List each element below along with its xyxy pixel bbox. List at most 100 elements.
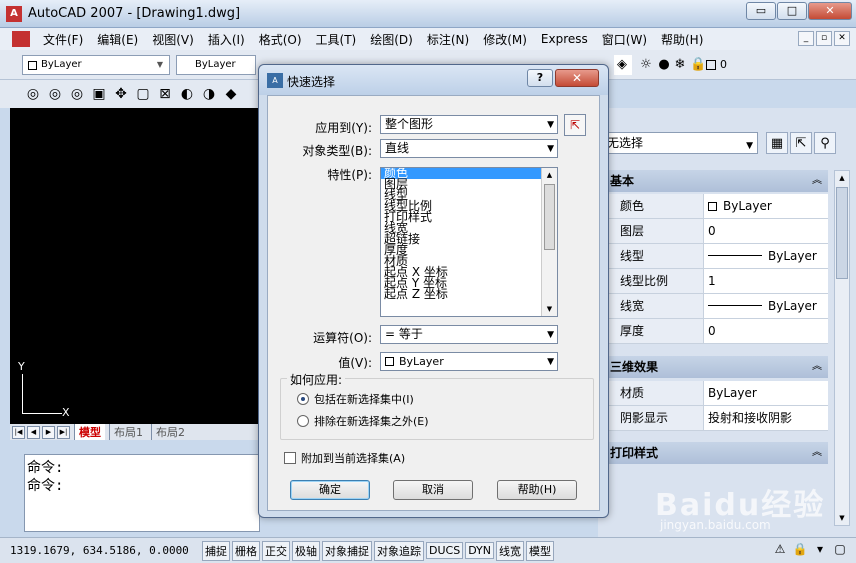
cube-icon[interactable]: ▢ [132, 85, 154, 103]
prop-row[interactable]: 线宽 ByLayer [600, 294, 828, 319]
delete-3d-icon[interactable]: ⊠ [154, 85, 176, 103]
dialog-help-button[interactable]: ? [527, 69, 553, 87]
prop-row[interactable]: 材质 ByLayer [600, 381, 828, 406]
menu-window[interactable]: 窗口(W) [595, 31, 654, 48]
quick-select-icon[interactable]: ⚲ [814, 132, 836, 154]
status-osnap[interactable]: 对象捕捉 [322, 540, 372, 561]
status-dyn[interactable]: DYN [465, 542, 495, 559]
modify-toolbar: ◎ ◎ ◎ ▣ ✥ ▢ ⊠ ◐ ◑ ◆ [0, 80, 260, 108]
value-dropdown[interactable]: ByLayer ▼ [380, 352, 558, 371]
section-basic[interactable]: 基本 ︽ [600, 170, 828, 192]
menu-help[interactable]: 帮助(H) [654, 31, 710, 48]
prop-row[interactable]: 阴影显示 投射和接收阴影 [600, 406, 828, 431]
apply-to-dropdown[interactable]: 整个图形 ▼ [380, 115, 558, 134]
menu-edit[interactable]: 编辑(E) [90, 31, 145, 48]
last-tab-button[interactable]: ▶| [57, 425, 70, 439]
lock-icon[interactable]: 🔒 [690, 57, 706, 73]
tab-model[interactable]: 模型 [74, 424, 105, 440]
toggle-pickadd-icon[interactable]: ▦ [766, 132, 788, 154]
status-ortho[interactable]: 正交 [262, 540, 290, 561]
exclude-radio[interactable]: 排除在新选择集之外(E) [297, 413, 429, 429]
prop-row[interactable]: 图层 0 [600, 219, 828, 244]
hide-icon[interactable]: ◐ [176, 85, 198, 103]
object-type-dropdown[interactable]: 直线 ▼ [380, 139, 558, 158]
tray-menu-icon[interactable]: ▾ [810, 540, 830, 558]
properties-scrollbar[interactable]: ▲ ▼ [834, 170, 850, 526]
scroll-thumb[interactable] [544, 184, 555, 250]
menu-file[interactable]: 文件(F) [36, 31, 90, 48]
minimize-button[interactable]: ▭ [746, 2, 776, 20]
select-objects-button[interactable]: ⇱ [564, 114, 586, 136]
render-icon[interactable]: ◆ [220, 85, 242, 103]
box-icon[interactable]: ▣ [88, 85, 110, 103]
status-grid[interactable]: 栅格 [232, 540, 260, 561]
menu-tools[interactable]: 工具(T) [309, 31, 364, 48]
clean-screen-icon[interactable]: ▢ [830, 540, 850, 558]
move-3d-icon[interactable]: ✥ [110, 85, 132, 103]
status-model[interactable]: 模型 [526, 540, 555, 561]
section-print[interactable]: 打印样式 ︽ [600, 442, 828, 464]
list-scrollbar[interactable]: ▲ ▼ [541, 168, 557, 316]
dialog-title-bar[interactable]: A 快速选择 ? ✕ [259, 65, 608, 95]
status-ducs[interactable]: DUCS [426, 542, 464, 559]
doc-restore-button[interactable]: ▫ [816, 31, 832, 46]
tab-layout1[interactable]: 布局1 [109, 424, 147, 440]
prop-row[interactable]: 厚度 0 [600, 319, 828, 344]
linetype-combo[interactable]: ByLayer [176, 55, 256, 75]
scroll-up-icon[interactable]: ▲ [835, 171, 849, 185]
menu-insert[interactable]: 插入(I) [201, 31, 252, 48]
document-icon[interactable] [12, 31, 30, 47]
menu-view[interactable]: 视图(V) [145, 31, 201, 48]
menu-dimension[interactable]: 标注(N) [420, 31, 476, 48]
menu-draw[interactable]: 绘图(D) [363, 31, 420, 48]
prev-tab-button[interactable]: ◀ [27, 425, 40, 439]
prop-row[interactable]: 颜色 ByLayer [600, 194, 828, 219]
status-polar[interactable]: 极轴 [292, 540, 320, 561]
prop-row[interactable]: 线型 ByLayer [600, 244, 828, 269]
orbit-free-icon[interactable]: ◎ [44, 85, 66, 103]
first-tab-button[interactable]: |◀ [12, 425, 25, 439]
status-lineweight[interactable]: 线宽 [496, 540, 525, 561]
dialog-close-button[interactable]: ✕ [555, 69, 599, 87]
lightbulb-icon[interactable]: ☼ [638, 57, 654, 73]
help-button[interactable]: 帮助(H) [497, 480, 577, 500]
shade-icon[interactable]: ◑ [198, 85, 220, 103]
properties-list[interactable]: 颜色 图层 线型 线型比例 打印样式 线宽 超链接 厚度 材质 起点 X 坐标 起点 Y 坐标 起点 … [380, 167, 558, 317]
scroll-down-icon[interactable]: ▼ [835, 511, 849, 525]
maximize-button[interactable]: □ [777, 2, 807, 20]
menu-express[interactable]: Express [534, 32, 595, 46]
layer-combo[interactable]: ByLayer ▼ [22, 55, 170, 75]
status-snap[interactable]: 捕捉 [202, 540, 230, 561]
scroll-thumb[interactable] [836, 187, 848, 279]
doc-close-button[interactable]: ✕ [834, 31, 850, 46]
status-otrack[interactable]: 对象追踪 [374, 540, 424, 561]
operator-dropdown[interactable]: = 等于 ▼ [380, 325, 558, 344]
select-objects-icon[interactable]: ⇱ [790, 132, 812, 154]
freeze-icon[interactable]: ❄ [672, 57, 688, 73]
orbit-icon[interactable]: ◎ [22, 85, 44, 103]
cancel-button[interactable]: 取消 [393, 480, 473, 500]
next-tab-button[interactable]: ▶ [42, 425, 55, 439]
menu-modify[interactable]: 修改(M) [476, 31, 534, 48]
layer-manager-icon[interactable]: ◈ [614, 57, 630, 73]
command-line[interactable]: 命令: 命令: [24, 454, 260, 532]
properties-label: 特性(P): [327, 168, 372, 182]
append-checkbox[interactable]: 附加到当前选择集(A) [284, 450, 405, 466]
lock-icon[interactable]: 🔒 [790, 540, 810, 558]
selection-dropdown[interactable]: 无选择 ▼ [600, 132, 758, 154]
orbit-continuous-icon[interactable]: ◎ [66, 85, 88, 103]
scroll-down-icon[interactable]: ▼ [542, 302, 557, 316]
doc-minimize-button[interactable]: _ [798, 31, 814, 46]
list-item[interactable]: 起点 Z 坐标 [381, 288, 557, 300]
autocad-app-icon[interactable]: A [6, 6, 22, 22]
scroll-up-icon[interactable]: ▲ [542, 168, 557, 182]
menu-format[interactable]: 格式(O) [252, 31, 309, 48]
prop-row[interactable]: 线型比例 1 [600, 269, 828, 294]
section-3d[interactable]: 三维效果 ︽ [600, 356, 828, 378]
tab-layout2[interactable]: 布局2 [151, 424, 189, 440]
ok-button[interactable]: 确定 [290, 480, 370, 500]
close-button[interactable]: ✕ [808, 2, 852, 20]
sun-icon[interactable]: ● [656, 57, 672, 73]
comm-center-icon[interactable]: ⚠ [770, 540, 790, 558]
include-radio[interactable]: 包括在新选择集中(I) [297, 391, 414, 407]
